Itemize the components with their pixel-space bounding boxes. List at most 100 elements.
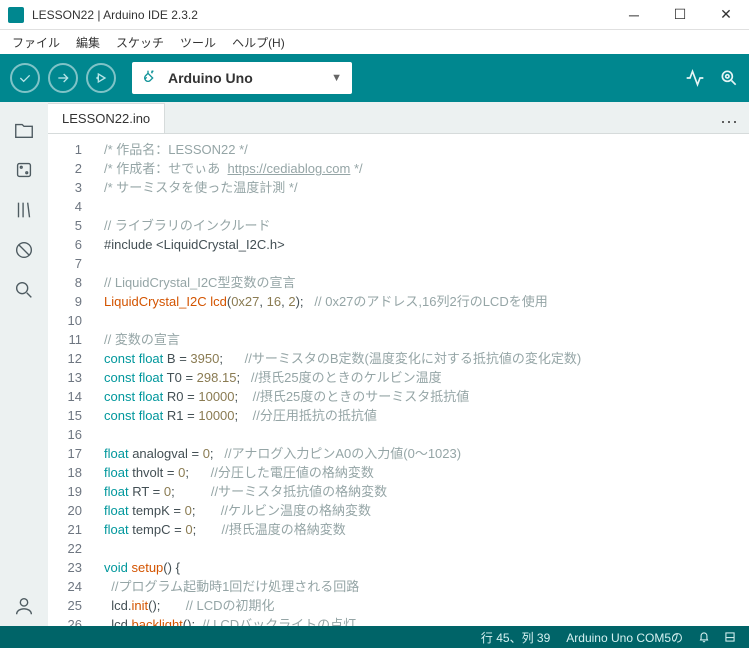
upload-button[interactable] — [48, 63, 78, 93]
line-number: 16 — [48, 425, 96, 444]
line-number: 1 — [48, 140, 96, 159]
code-line[interactable] — [96, 197, 749, 216]
window-title: LESSON22 | Arduino IDE 2.3.2 — [32, 8, 611, 22]
line-number: 9 — [48, 292, 96, 311]
code-line[interactable]: void setup() { — [96, 558, 749, 577]
line-number: 19 — [48, 482, 96, 501]
arrow-right-icon — [55, 70, 71, 86]
sketchbook-icon[interactable] — [0, 110, 48, 150]
tab-label: LESSON22.ino — [62, 111, 150, 126]
line-number: 17 — [48, 444, 96, 463]
code-line[interactable]: #include <LiquidCrystal_I2C.h> — [96, 235, 749, 254]
menu-tools[interactable]: ツール — [172, 32, 224, 53]
code-line[interactable]: const float B = 3950; //サーミスタのB定数(温度変化に対… — [96, 349, 749, 368]
code-line[interactable]: float RT = 0; //サーミスタ抵抗値の格納変数 — [96, 482, 749, 501]
line-number: 14 — [48, 387, 96, 406]
activity-sidebar — [0, 102, 48, 626]
debug-sidebar-icon[interactable] — [0, 230, 48, 270]
pulse-icon — [685, 68, 705, 88]
serial-monitor-button[interactable] — [719, 68, 739, 88]
toolbar: Arduino Uno ▼ — [0, 54, 749, 102]
app-icon — [8, 7, 24, 23]
line-number: 10 — [48, 311, 96, 330]
code-line[interactable]: /* 作成者：せでぃあ https://cediablog.com */ — [96, 159, 749, 178]
statusbar: 行 45、列 39 Arduino Uno COM5の — [0, 626, 749, 648]
code-line[interactable] — [96, 539, 749, 558]
board-port[interactable]: Arduino Uno COM5の — [558, 629, 691, 646]
line-number: 6 — [48, 235, 96, 254]
search-icon[interactable] — [0, 270, 48, 310]
code-line[interactable]: float tempK = 0; //ケルビン温度の格納変数 — [96, 501, 749, 520]
menu-file[interactable]: ファイル — [4, 32, 68, 53]
menu-help[interactable]: ヘルプ(H) — [224, 32, 293, 53]
code-line[interactable] — [96, 311, 749, 330]
line-number: 11 — [48, 330, 96, 349]
window-controls: ─ ☐ ✕ — [611, 0, 749, 30]
line-number: 2 — [48, 159, 96, 178]
code-line[interactable]: // ライブラリのインクルード — [96, 216, 749, 235]
code-line[interactable]: const float T0 = 298.15; //摂氏25度のときのケルビン… — [96, 368, 749, 387]
line-number: 18 — [48, 463, 96, 482]
notifications-icon[interactable] — [691, 630, 717, 644]
line-number: 4 — [48, 197, 96, 216]
line-number: 12 — [48, 349, 96, 368]
titlebar: LESSON22 | Arduino IDE 2.3.2 ─ ☐ ✕ — [0, 0, 749, 30]
line-number: 26 — [48, 615, 96, 626]
code-editor[interactable]: 1234567891011121314151617181920212223242… — [48, 134, 749, 626]
code-line[interactable]: float thvolt = 0; //分圧した電圧値の格納変数 — [96, 463, 749, 482]
tab-overflow-button[interactable]: ⋯ — [710, 112, 749, 133]
code-line[interactable]: const float R1 = 10000; //分圧用抵抗の抵抗値 — [96, 406, 749, 425]
editor-area: LESSON22.ino ⋯ 1234567891011121314151617… — [48, 102, 749, 626]
line-number: 21 — [48, 520, 96, 539]
menubar: ファイル 編集 スケッチ ツール ヘルプ(H) — [0, 30, 749, 54]
tab-bar: LESSON22.ino ⋯ — [48, 102, 749, 134]
line-number: 15 — [48, 406, 96, 425]
minimize-button[interactable]: ─ — [611, 0, 657, 30]
cursor-position: 行 45、列 39 — [473, 629, 558, 646]
debug-button[interactable] — [86, 63, 116, 93]
maximize-button[interactable]: ☐ — [657, 0, 703, 30]
boards-manager-icon[interactable] — [0, 150, 48, 190]
menu-sketch[interactable]: スケッチ — [108, 32, 172, 53]
code-line[interactable]: // LiquidCrystal_I2C型変数の宣言 — [96, 273, 749, 292]
line-number: 24 — [48, 577, 96, 596]
line-number: 13 — [48, 368, 96, 387]
line-number: 22 — [48, 539, 96, 558]
code-line[interactable]: /* 作品名：LESSON22 */ — [96, 140, 749, 159]
close-button[interactable]: ✕ — [703, 0, 749, 30]
code-line[interactable]: const float R0 = 10000; //摂氏25度のときのサーミスタ… — [96, 387, 749, 406]
line-number: 8 — [48, 273, 96, 292]
code-line[interactable]: float analogval = 0; //アナログ入力ピンA0の入力値(0～… — [96, 444, 749, 463]
library-manager-icon[interactable] — [0, 190, 48, 230]
magnify-gear-icon — [719, 68, 739, 88]
board-name: Arduino Uno — [168, 70, 331, 86]
code-line[interactable]: float tempC = 0; //摂氏温度の格納変数 — [96, 520, 749, 539]
code-line[interactable]: //プログラム起動時1回だけ処理される回路 — [96, 577, 749, 596]
line-number: 5 — [48, 216, 96, 235]
tab-file[interactable]: LESSON22.ino — [48, 103, 165, 133]
code-line[interactable] — [96, 425, 749, 444]
main-area: LESSON22.ino ⋯ 1234567891011121314151617… — [0, 102, 749, 626]
menu-edit[interactable]: 編集 — [68, 32, 108, 53]
line-number: 23 — [48, 558, 96, 577]
verify-button[interactable] — [10, 63, 40, 93]
line-number: 25 — [48, 596, 96, 615]
line-number: 20 — [48, 501, 96, 520]
plug-icon — [142, 68, 158, 89]
serial-plotter-button[interactable] — [685, 68, 705, 88]
line-number: 7 — [48, 254, 96, 273]
code-line[interactable]: LiquidCrystal_I2C lcd(0x27, 16, 2); // 0… — [96, 292, 749, 311]
code-content[interactable]: /* 作品名：LESSON22 *//* 作成者：せでぃあ https://ce… — [96, 134, 749, 626]
line-gutter: 1234567891011121314151617181920212223242… — [48, 134, 96, 626]
code-line[interactable]: lcd.init(); // LCDの初期化 — [96, 596, 749, 615]
code-line[interactable]: /* サーミスタを使った温度計測 */ — [96, 178, 749, 197]
close-panel-icon[interactable] — [717, 630, 743, 644]
code-line[interactable]: // 変数の宣言 — [96, 330, 749, 349]
board-selector[interactable]: Arduino Uno ▼ — [132, 62, 352, 94]
code-line[interactable] — [96, 254, 749, 273]
account-icon[interactable] — [0, 586, 48, 626]
check-icon — [17, 70, 33, 86]
debug-icon — [93, 70, 109, 86]
line-number: 3 — [48, 178, 96, 197]
code-line[interactable]: lcd.backlight(); // LCDバックライトの点灯 — [96, 615, 749, 626]
